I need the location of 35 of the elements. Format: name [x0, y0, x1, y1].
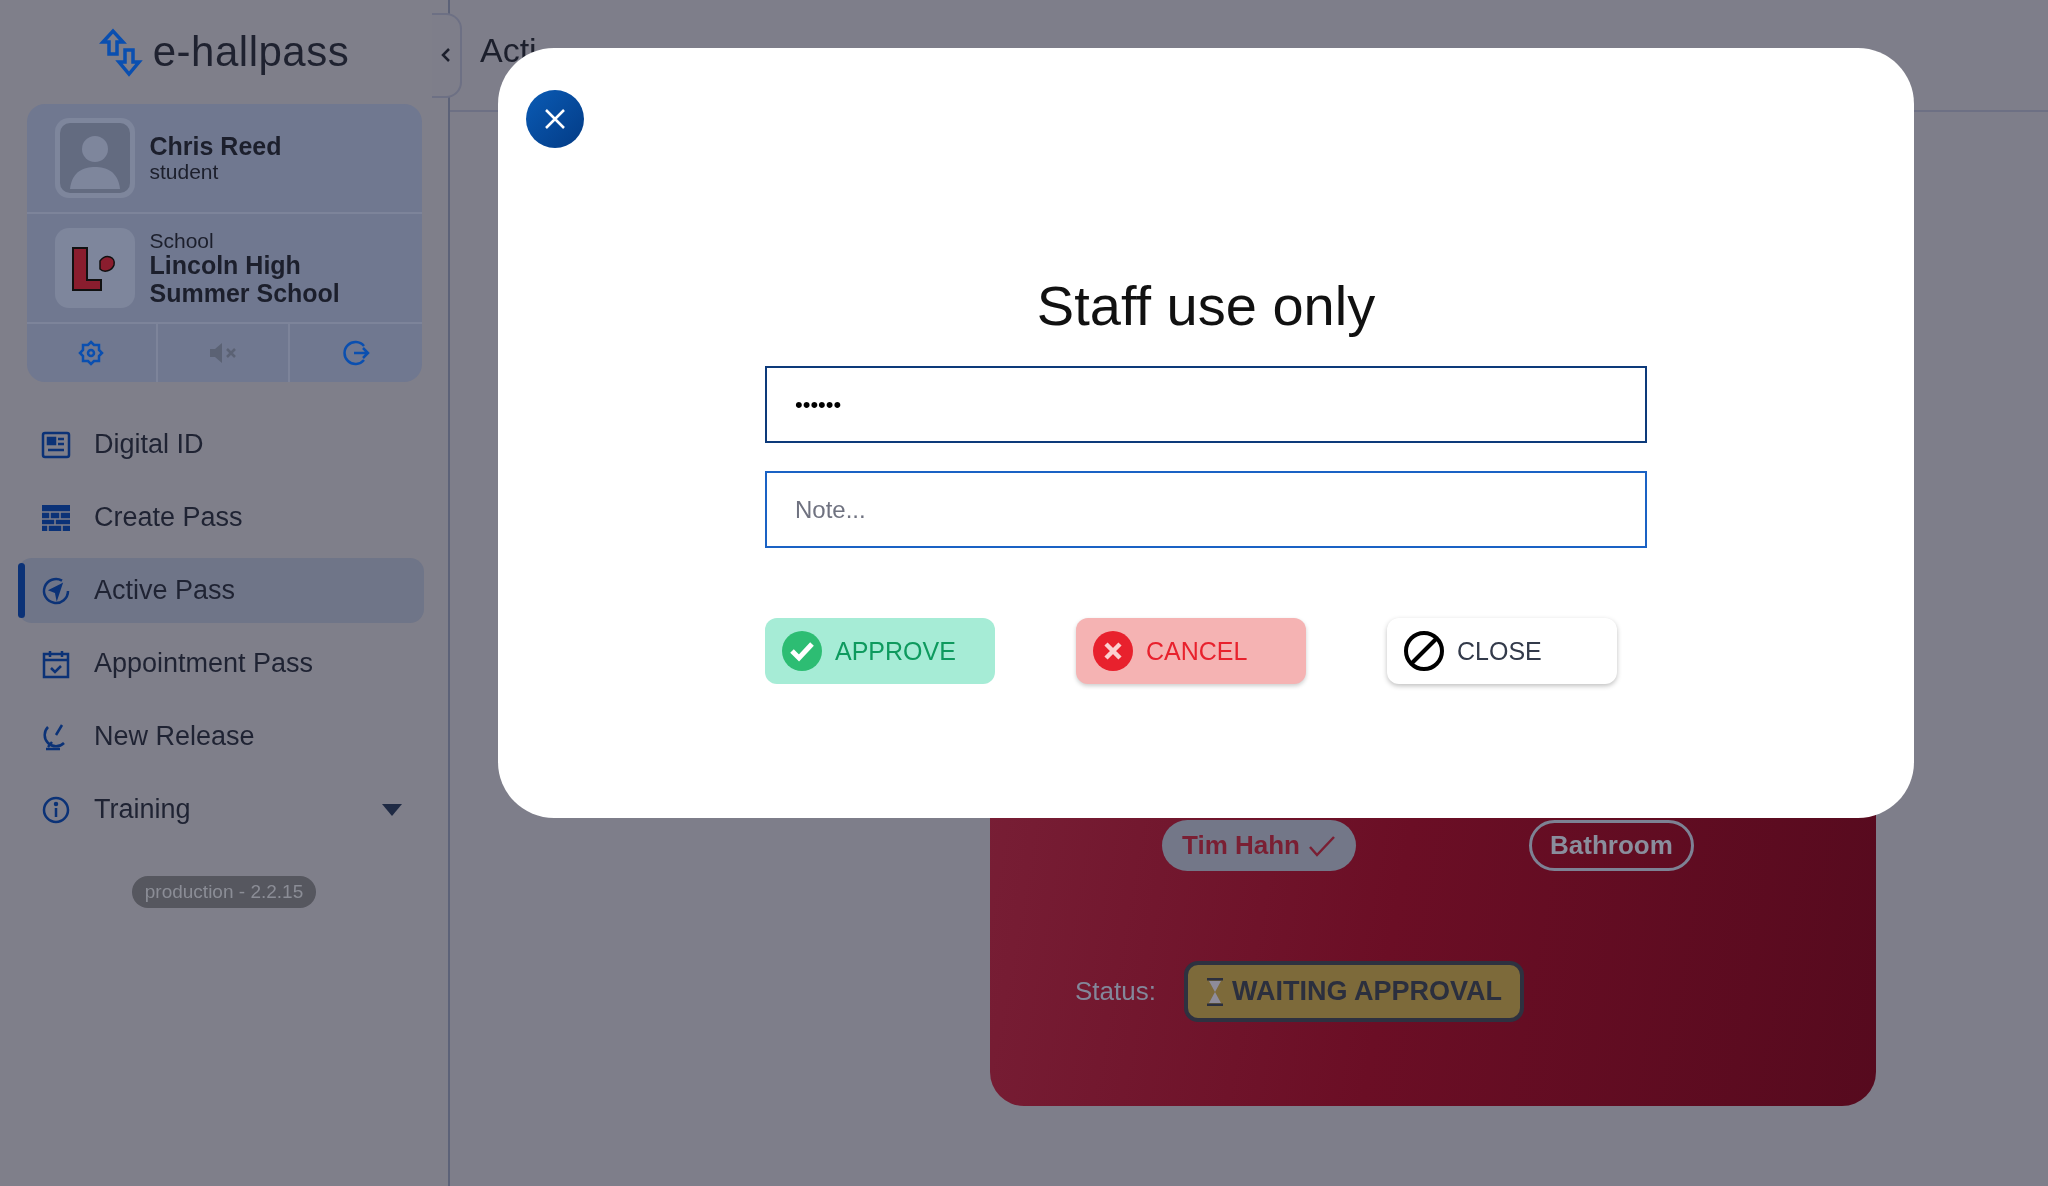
- nav-item[interactable]: New Release: [18, 704, 424, 769]
- user-name: Chris Reed: [149, 133, 282, 160]
- nav-item[interactable]: Digital ID: [18, 412, 424, 477]
- chevron-left-icon: [441, 47, 451, 63]
- nav-item[interactable]: Active Pass: [18, 558, 424, 623]
- up-down-arrows-icon: [98, 26, 143, 78]
- nav-item[interactable]: Create Pass: [18, 485, 424, 550]
- school-label: School: [149, 228, 215, 253]
- prohibited-icon: [1403, 630, 1445, 672]
- close-circle-icon: [1092, 630, 1134, 672]
- school-name: Lincoln High Summer School: [149, 252, 341, 308]
- check-circle-icon: [781, 630, 823, 672]
- collapse-button[interactable]: [432, 12, 462, 98]
- status-badge: WAITING APPROVAL: [1183, 961, 1524, 1022]
- muted-speaker-icon: [208, 340, 238, 366]
- active-indicator: [18, 563, 25, 618]
- nav-item[interactable]: Appointment Pass: [18, 631, 424, 696]
- cancel-button[interactable]: CANCEL: [1076, 618, 1306, 684]
- password-field[interactable]: ••••••: [765, 366, 1647, 443]
- note-field[interactable]: Note...: [765, 471, 1647, 548]
- teacher-pill: Tim Hahn: [1162, 820, 1356, 871]
- school-logo-icon: [54, 228, 135, 308]
- modal-title: Staff use only: [1036, 273, 1376, 338]
- caret-icon[interactable]: [382, 803, 402, 816]
- app-logo: e-hallpass: [152, 28, 350, 76]
- logout-icon: [341, 339, 370, 367]
- close-button[interactable]: CLOSE: [1387, 618, 1617, 684]
- nav-item[interactable]: Training: [18, 777, 424, 842]
- settings-icon: [78, 340, 105, 366]
- approve-button[interactable]: APPROVE: [765, 618, 995, 684]
- hourglass-icon: [1205, 977, 1224, 1006]
- status-label: Status:: [1075, 976, 1156, 1007]
- close-button[interactable]: [526, 90, 584, 148]
- close-icon: [543, 107, 567, 131]
- user-role: student: [149, 159, 220, 183]
